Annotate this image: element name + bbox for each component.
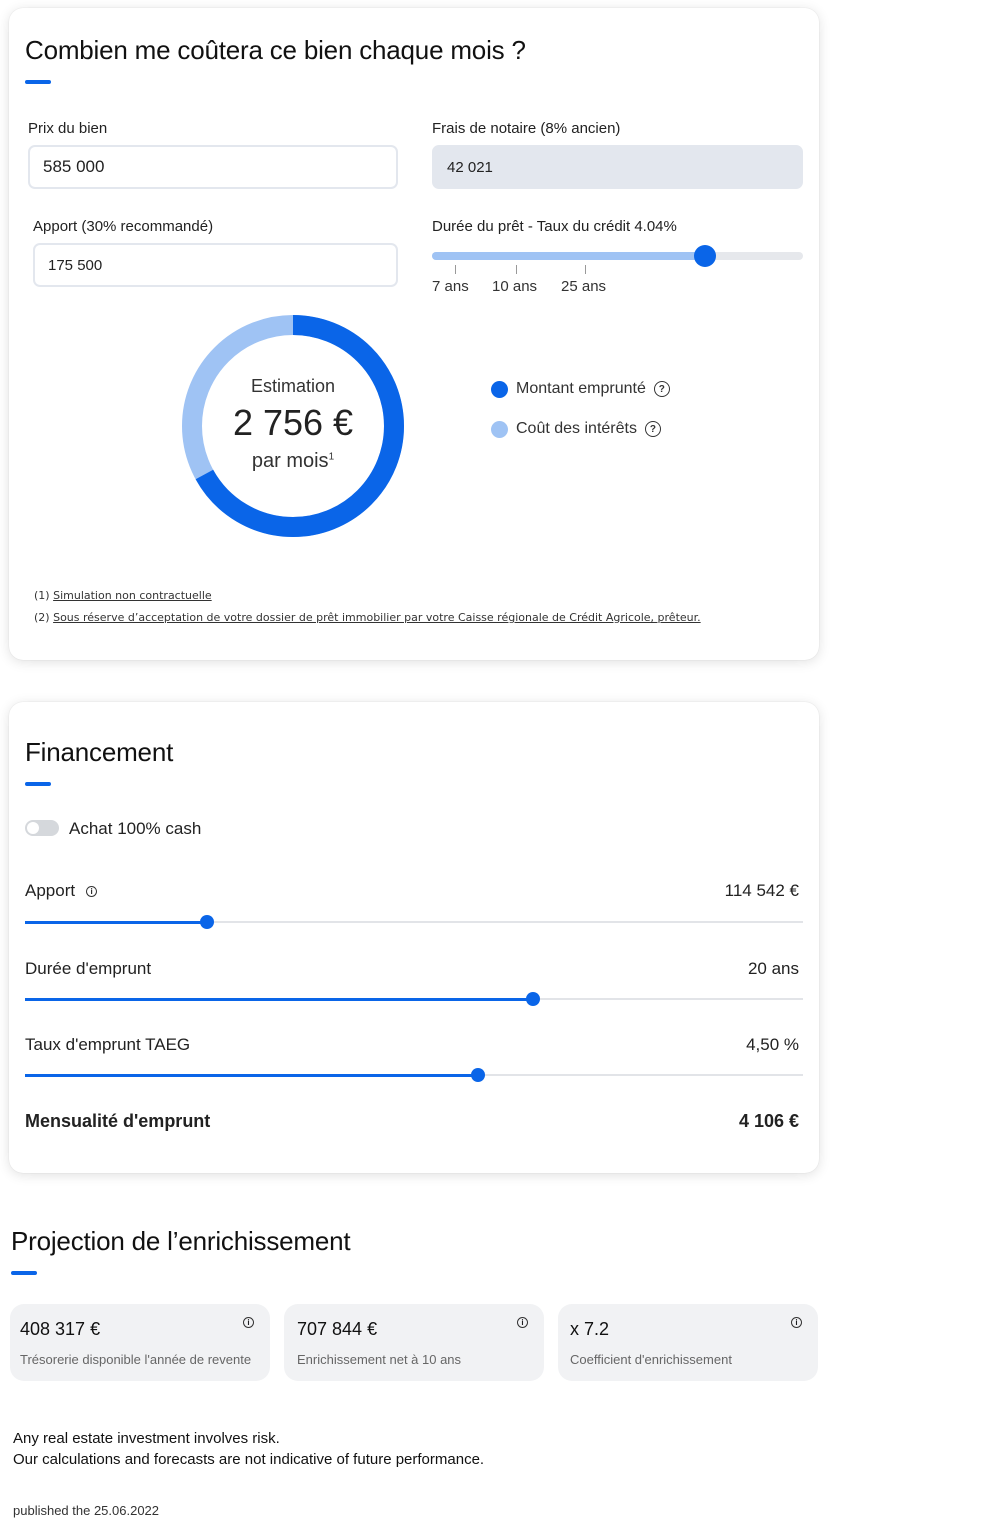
down-payment-value: 114 542 €	[724, 881, 799, 900]
forecast-disclaimer: Our calculations and forecasts are not i…	[13, 1451, 485, 1468]
monthly-cost-title: Combien me coûtera ce bien chaque mois ?	[25, 35, 526, 65]
info-icon[interactable]: i	[517, 1317, 528, 1328]
notary-label: Frais de notaire (8% ancien)	[432, 120, 621, 137]
loan-slider-fill	[432, 252, 705, 260]
loan-tick-7	[455, 265, 456, 274]
per-month-footnote-ref: 1	[328, 451, 335, 463]
projection-desc: Enrichissement net à 10 ans	[297, 1352, 462, 1367]
per-month-label: par mois1	[181, 450, 405, 473]
per-month-text: par mois	[251, 450, 329, 472]
title-underline	[25, 782, 51, 786]
slider-fill	[25, 1073, 478, 1077]
legend-label: Montant emprunté	[516, 380, 646, 397]
legend-label: Coût des intérêts	[516, 420, 637, 437]
cash-toggle[interactable]	[25, 820, 59, 836]
estimation-value: 2 756 €	[232, 402, 354, 443]
footnote-number: (2)	[34, 611, 50, 624]
published-date: published the 25.06.2022	[13, 1503, 160, 1518]
help-icon[interactable]: ?	[644, 421, 661, 437]
slider-fill	[25, 997, 534, 1001]
footnote-1: (1) Simulation non contractuelle	[34, 589, 212, 602]
info-icon[interactable]: i	[243, 1317, 254, 1328]
slider-fill	[25, 920, 208, 924]
cash-toggle-label: Achat 100% cash	[69, 819, 202, 838]
loan-duration-slider[interactable]	[432, 245, 803, 267]
row-label-text: Apport	[25, 881, 76, 900]
donut-center: Estimation 2 756 € par mois1	[181, 314, 405, 538]
slider-thumb[interactable]	[470, 1068, 485, 1082]
loan-duration-label: Durée du prêt - Taux du crédit 4.04%	[432, 218, 677, 235]
legend-dot-interest	[491, 420, 508, 438]
monthly-payment-label: Mensualité d'emprunt	[25, 1111, 211, 1131]
footnote-link[interactable]: Sous réserve d’acceptation de votre doss…	[53, 611, 701, 624]
cost-donut-chart: Estimation 2 756 € par mois1	[181, 314, 405, 538]
title-underline	[11, 1271, 37, 1275]
loan-duration-value: 20 ans	[747, 959, 799, 978]
projection-desc: Trésorerie disponible l'année de revente	[20, 1352, 252, 1367]
loan-duration-slider-2[interactable]	[25, 992, 803, 1006]
projection-value: 408 317 €	[20, 1319, 101, 1339]
loan-tick-label: 7 ans	[432, 278, 469, 295]
projection-title: Projection de l’enrichissement	[11, 1226, 351, 1256]
slider-thumb[interactable]	[526, 992, 541, 1006]
legend-interest-cost: Coût des intérêts ?	[491, 420, 661, 438]
projection-card-treasury: 408 317 € Trésorerie disponible l'année …	[10, 1304, 270, 1381]
down-payment-slider[interactable]	[25, 915, 803, 929]
down-payment-input[interactable]: 175 500	[33, 243, 398, 287]
help-icon[interactable]: ?	[653, 381, 670, 397]
loan-tick-label: 10 ans	[492, 278, 538, 295]
projection-value: x 7.2	[570, 1319, 610, 1339]
loan-tick-10	[516, 265, 517, 274]
price-label: Prix du bien	[28, 120, 108, 137]
rate-row-label: Taux d'emprunt TAEG	[25, 1035, 191, 1054]
footnote-number: (1)	[34, 589, 50, 602]
rate-value: 4,50 %	[746, 1035, 799, 1054]
risk-disclaimer: Any real estate investment involves risk…	[13, 1430, 280, 1447]
footnote-2: (2) Sous réserve d’acceptation de votre …	[34, 611, 701, 624]
legend-loan-amount: Montant emprunté ?	[491, 380, 670, 398]
projection-card-coefficient: x 7.2 Coefficient d'enrichissement i	[558, 1304, 818, 1381]
down-payment-label: Apport (30% recommandé)	[33, 218, 214, 235]
info-icon[interactable]: i	[86, 885, 98, 897]
projection-card-net-enrichment: 707 844 € Enrichissement net à 10 ans i	[284, 1304, 544, 1381]
footnote-link[interactable]: Simulation non contractuelle	[53, 589, 212, 602]
rate-slider[interactable]	[25, 1068, 803, 1082]
projection-value: 707 844 €	[297, 1319, 378, 1339]
loan-duration-row-label: Durée d'emprunt	[25, 959, 152, 978]
slider-thumb[interactable]	[200, 915, 215, 929]
loan-slider-thumb[interactable]	[693, 245, 716, 267]
financing-title: Financement	[25, 737, 174, 767]
financing-card: Financement Achat 100% cash Apport i 114…	[9, 702, 819, 1173]
projection-desc: Coefficient d'enrichissement	[570, 1352, 732, 1367]
title-underline	[25, 80, 51, 84]
monthly-cost-card: Combien me coûtera ce bien chaque mois ?…	[9, 8, 819, 660]
estimation-label: Estimation	[250, 376, 336, 396]
toggle-knob	[27, 822, 39, 834]
info-icon[interactable]: i	[791, 1317, 802, 1328]
down-payment-row-label: Apport i	[25, 881, 98, 901]
loan-tick-label: 25 ans	[561, 278, 607, 295]
legend-dot-loan	[491, 380, 508, 398]
price-input[interactable]: 585 000	[28, 145, 398, 189]
loan-tick-25	[585, 265, 586, 274]
notary-field: 42 021	[432, 145, 803, 189]
monthly-payment-value: 4 106 €	[738, 1111, 799, 1131]
